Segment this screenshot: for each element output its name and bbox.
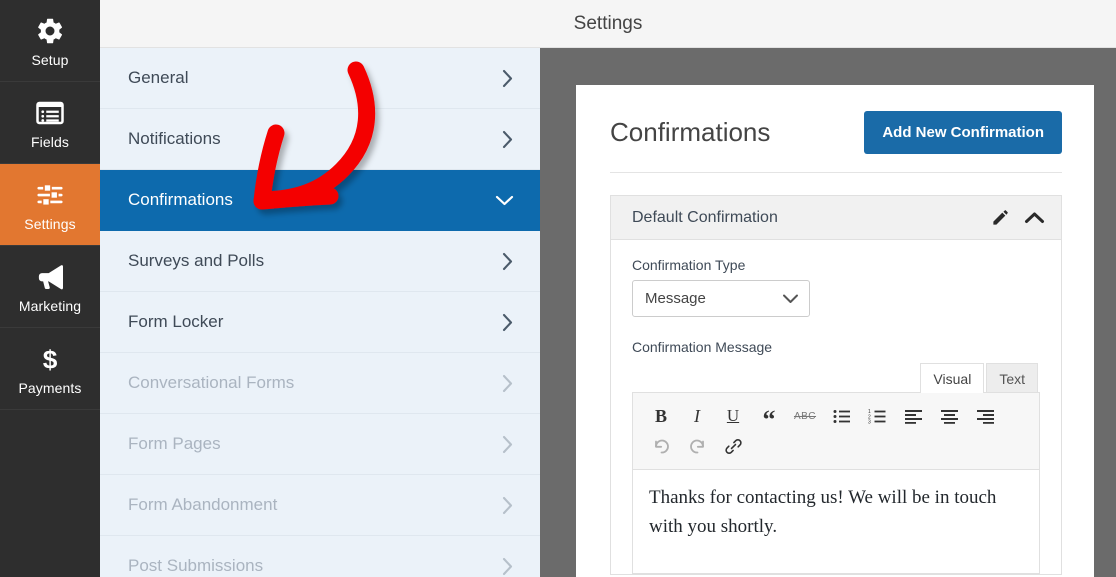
svg-text:$: $ [43,344,58,374]
sidebar-item-general[interactable]: General [100,48,540,109]
align-center-icon[interactable] [931,401,967,431]
sidebar-item-label: Surveys and Polls [128,251,265,270]
confirmation-type-label: Confirmation Type [632,257,746,273]
sidebar-item-label: Form Pages [128,434,221,453]
sliders-icon [35,178,65,212]
sidebar-item-conversational-forms[interactable]: Conversational Forms [100,353,540,414]
content-header: Confirmations Add New Confirmation [610,111,1062,173]
chevron-right-icon [502,252,514,271]
bulleted-list-icon[interactable] [823,401,859,431]
sidebar-item-label: Notifications [128,129,221,148]
sidebar-item-form-abandonment[interactable]: Form Abandonment [100,475,540,536]
confirmation-message-label: Confirmation Message [632,339,773,355]
confirmation-card-body: Confirmation Type Message Confirmation M… [611,240,1061,574]
list-icon [35,96,65,130]
sidebar-item-notifications[interactable]: Notifications [100,109,540,170]
chevron-right-icon [502,435,514,454]
blockquote-icon[interactable]: “ [751,401,787,433]
editor-tabs: Visual Text [632,362,1040,393]
pencil-icon[interactable] [991,208,1010,227]
underline-icon[interactable]: U [715,401,751,431]
bold-icon[interactable]: B [643,401,679,431]
align-right-icon[interactable] [967,401,1003,431]
rail-item-settings[interactable]: Settings [0,164,100,246]
page-title: Settings [573,12,643,34]
settings-sidebar: General Notifications Confirmations Surv… [100,48,540,577]
tab-text[interactable]: Text [986,363,1038,393]
section-title: Confirmations [610,117,771,147]
rail-item-setup[interactable]: Setup [0,0,100,82]
confirmation-card-title: Default Confirmation [632,208,778,226]
rail-item-label: Settings [24,215,76,232]
chevron-right-icon [502,69,514,88]
chevron-down-icon [782,293,799,304]
chevron-right-icon [502,130,514,149]
chevron-right-icon [502,374,514,393]
rail-item-payments[interactable]: $ Payments [0,328,100,410]
add-new-confirmation-button[interactable]: Add New Confirmation [864,111,1062,154]
sidebar-item-label: Form Abandonment [128,495,278,514]
rail-item-marketing[interactable]: Marketing [0,246,100,328]
sidebar-item-label: Form Locker [128,312,224,331]
left-icon-rail: Setup Fields Settings Marketing $ Paymen… [0,0,100,577]
confirmation-message-editor: Visual Text B I U “ ABC 1 2 3 Thanks for… [632,362,1040,574]
rail-item-label: Marketing [18,297,82,314]
chevron-right-icon [502,557,514,576]
align-left-icon[interactable] [895,401,931,431]
confirmation-card: Default Confirmation Confirmation Type M… [610,195,1062,575]
strikethrough-icon[interactable]: ABC [787,401,823,431]
megaphone-icon [35,260,66,294]
sidebar-item-confirmations[interactable]: Confirmations [100,170,540,231]
app-window: Setup Fields Settings Marketing $ Paymen… [0,0,1116,577]
chevron-right-icon [502,313,514,332]
chevron-right-icon [502,496,514,515]
rail-item-fields[interactable]: Fields [0,82,100,164]
top-title-bar: Settings [100,0,1116,48]
confirmation-card-header: Default Confirmation [611,196,1061,240]
confirmation-type-select[interactable]: Message [632,280,810,317]
sidebar-item-form-pages[interactable]: Form Pages [100,414,540,475]
chevron-up-icon[interactable] [1024,211,1045,225]
sidebar-item-label: Confirmations [128,190,233,209]
sidebar-item-surveys-and-polls[interactable]: Surveys and Polls [100,231,540,292]
tab-visual[interactable]: Visual [920,363,985,393]
rail-item-label: Setup [31,51,69,68]
confirmation-type-value: Message [645,290,706,307]
gear-icon [35,14,65,48]
sidebar-item-form-locker[interactable]: Form Locker [100,292,540,353]
rail-item-label: Fields [31,133,69,150]
link-icon[interactable] [715,431,751,461]
rail-item-label: Payments [18,379,82,396]
editor-toolbar: B I U “ ABC 1 2 3 [632,392,1040,470]
confirmation-type-select-wrapper: Message [632,280,810,317]
dollar-icon: $ [35,342,65,376]
main-content-panel: Confirmations Add New Confirmation Defau… [576,85,1094,577]
sidebar-item-label: Conversational Forms [128,373,295,392]
sidebar-item-post-submissions[interactable]: Post Submissions [100,536,540,577]
chevron-down-icon [495,194,514,206]
undo-icon[interactable] [643,431,679,461]
italic-icon[interactable]: I [679,401,715,431]
svg-text:3: 3 [868,419,871,424]
sidebar-item-label: General [128,68,189,87]
redo-icon[interactable] [679,431,715,461]
numbered-list-icon[interactable]: 1 2 3 [859,401,895,431]
confirmation-message-body[interactable]: Thanks for contacting us! We will be in … [632,470,1040,574]
sidebar-item-label: Post Submissions [128,556,264,575]
